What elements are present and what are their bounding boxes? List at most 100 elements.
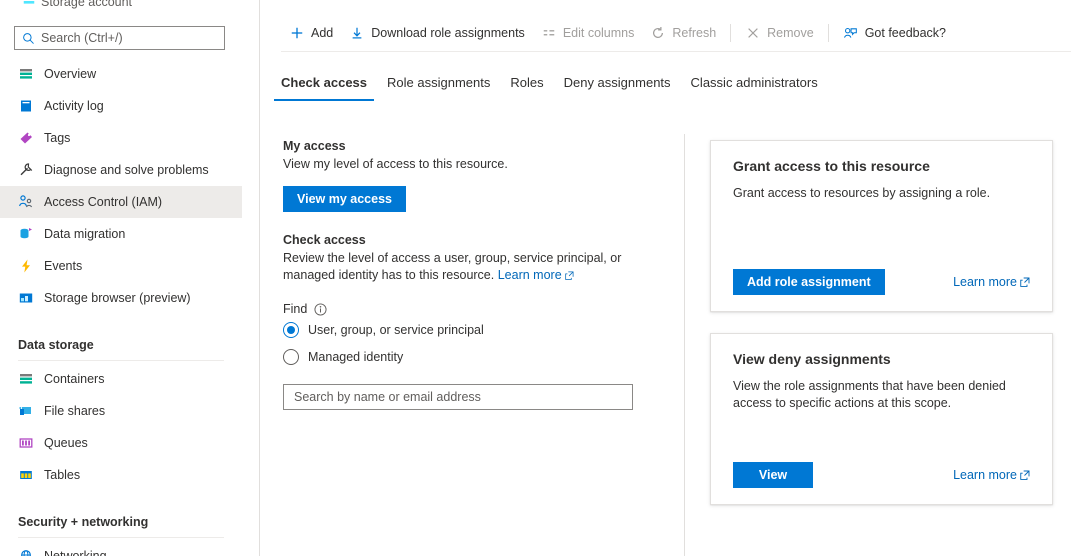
sidebar-item-tables[interactable]: Tables bbox=[0, 459, 242, 491]
radio-user-group-service-principal[interactable]: User, group, or service principal bbox=[283, 316, 683, 343]
command-label: Add bbox=[311, 26, 333, 40]
sidebar-item-label: File shares bbox=[44, 404, 105, 418]
external-link-icon bbox=[1020, 276, 1030, 290]
sidebar-item-tags[interactable]: Tags bbox=[0, 122, 242, 154]
sidebar-item-data-migration[interactable]: Data migration bbox=[0, 218, 242, 250]
view-deny-assignments-button[interactable]: View bbox=[733, 462, 813, 488]
sidebar-item-label: Activity log bbox=[44, 99, 104, 113]
storage-browser-icon bbox=[18, 290, 34, 306]
sidebar-group-divider bbox=[18, 537, 224, 538]
tab-classic-administrators[interactable]: Classic administrators bbox=[681, 74, 828, 101]
command-label: Got feedback? bbox=[865, 26, 946, 40]
learn-more-label: Learn more bbox=[498, 268, 562, 282]
search-icon bbox=[15, 32, 41, 45]
external-link-icon bbox=[1020, 469, 1030, 483]
sidebar-item-label: Events bbox=[44, 259, 82, 273]
grant-access-learn-more-link[interactable]: Learn more bbox=[953, 275, 1030, 290]
sidebar-item-label: Storage browser (preview) bbox=[44, 291, 191, 305]
command-label: Download role assignments bbox=[371, 26, 525, 40]
collapse-sidebar-button[interactable] bbox=[236, 28, 242, 48]
external-link-icon bbox=[565, 268, 574, 285]
check-access-description: Review the level of access a user, group… bbox=[283, 250, 638, 285]
sidebar-item-access-control-iam[interactable]: Access Control (IAM) bbox=[0, 186, 242, 218]
sidebar-item-file-shares[interactable]: File shares bbox=[0, 395, 242, 427]
tab-deny-assignments[interactable]: Deny assignments bbox=[554, 74, 681, 101]
azure-portal-iam-blade: Storage account Overview Activity log bbox=[0, 0, 1071, 556]
got-feedback-button[interactable]: Got feedback? bbox=[835, 17, 954, 49]
remove-button[interactable]: Remove bbox=[737, 17, 822, 49]
card-footer: Add role assignment Learn more bbox=[733, 269, 1030, 295]
access-control-icon bbox=[18, 194, 34, 210]
events-icon bbox=[18, 258, 34, 274]
iam-content-area: Add Download role assignments Edit colum… bbox=[260, 0, 1071, 556]
command-label: Refresh bbox=[672, 26, 716, 40]
my-access-title: My access bbox=[283, 139, 683, 153]
radio-button[interactable] bbox=[283, 322, 299, 338]
view-deny-assignments-card: View deny assignments View the role assi… bbox=[710, 333, 1053, 505]
sidebar-item-label: Containers bbox=[44, 372, 104, 386]
overview-icon bbox=[18, 66, 34, 82]
refresh-icon bbox=[650, 25, 666, 41]
check-access-search-input[interactable] bbox=[292, 389, 624, 405]
check-access-title: Check access bbox=[283, 233, 683, 247]
tab-check-access[interactable]: Check access bbox=[271, 74, 377, 101]
sidebar-item-storage-browser-preview[interactable]: Storage browser (preview) bbox=[0, 282, 242, 314]
command-label: Remove bbox=[767, 26, 814, 40]
sidebar-item-queues[interactable]: Queues bbox=[0, 427, 242, 459]
check-access-panel: My access View my level of access to thi… bbox=[283, 139, 683, 410]
add-button[interactable]: Add bbox=[281, 17, 341, 49]
view-my-access-button[interactable]: View my access bbox=[283, 186, 406, 212]
sidebar-item-networking[interactable]: Networking bbox=[0, 540, 242, 556]
refresh-button[interactable]: Refresh bbox=[642, 17, 724, 49]
file-shares-icon bbox=[18, 403, 34, 419]
sidebar-group-data-storage: Data storage bbox=[0, 324, 242, 354]
resource-sidebar: Storage account Overview Activity log bbox=[0, 0, 242, 556]
activity-log-icon bbox=[18, 98, 34, 114]
queues-icon bbox=[18, 435, 34, 451]
search-input[interactable] bbox=[41, 28, 219, 48]
edit-columns-button[interactable]: Edit columns bbox=[533, 17, 643, 49]
check-access-search-field[interactable] bbox=[283, 384, 633, 410]
sidebar-group-security-networking: Security + networking bbox=[0, 501, 242, 531]
sidebar-item-events[interactable]: Events bbox=[0, 250, 242, 282]
sidebar-item-overview[interactable]: Overview bbox=[0, 58, 242, 90]
sidebar-item-containers[interactable]: Containers bbox=[0, 363, 242, 395]
action-cards: Grant access to this resource Grant acce… bbox=[710, 140, 1053, 526]
add-role-assignment-button[interactable]: Add role assignment bbox=[733, 269, 885, 295]
radio-button[interactable] bbox=[283, 349, 299, 365]
sidebar-item-label: Tables bbox=[44, 468, 80, 482]
radio-label: User, group, or service principal bbox=[308, 323, 484, 337]
find-row: Find bbox=[283, 302, 683, 316]
card-footer: View Learn more bbox=[733, 462, 1030, 488]
check-access-learn-more-link[interactable]: Learn more bbox=[498, 268, 574, 282]
sidebar-item-label: Data migration bbox=[44, 227, 125, 241]
containers-icon bbox=[18, 371, 34, 387]
plus-icon bbox=[289, 25, 305, 41]
download-role-assignments-button[interactable]: Download role assignments bbox=[341, 17, 533, 49]
find-label: Find bbox=[283, 302, 307, 316]
tables-icon bbox=[18, 467, 34, 483]
storage-account-icon bbox=[22, 0, 36, 8]
sidebar-item-label: Overview bbox=[44, 67, 96, 81]
my-access-description: View my level of access to this resource… bbox=[283, 156, 638, 173]
deny-assignments-learn-more-link[interactable]: Learn more bbox=[953, 468, 1030, 483]
card-title: Grant access to this resource bbox=[733, 158, 1030, 174]
radio-managed-identity[interactable]: Managed identity bbox=[283, 343, 683, 370]
sidebar-nav-list: Overview Activity log Tags Diagnose and … bbox=[0, 58, 242, 556]
command-separator bbox=[730, 24, 731, 42]
sidebar-item-activity-log[interactable]: Activity log bbox=[0, 90, 242, 122]
networking-icon bbox=[18, 548, 34, 556]
edit-columns-icon bbox=[541, 25, 557, 41]
info-icon[interactable] bbox=[314, 303, 327, 316]
panel-divider bbox=[684, 134, 685, 556]
feedback-icon bbox=[843, 25, 859, 41]
resource-type-label: Storage account bbox=[41, 0, 132, 9]
sidebar-item-label: Access Control (IAM) bbox=[44, 195, 162, 209]
sidebar-search[interactable] bbox=[14, 26, 225, 50]
tab-role-assignments[interactable]: Role assignments bbox=[377, 74, 500, 101]
wrench-icon bbox=[18, 162, 34, 178]
sidebar-item-diagnose-and-solve-problems[interactable]: Diagnose and solve problems bbox=[0, 154, 242, 186]
download-icon bbox=[349, 25, 365, 41]
tab-roles[interactable]: Roles bbox=[500, 74, 553, 101]
radio-label: Managed identity bbox=[308, 350, 403, 364]
